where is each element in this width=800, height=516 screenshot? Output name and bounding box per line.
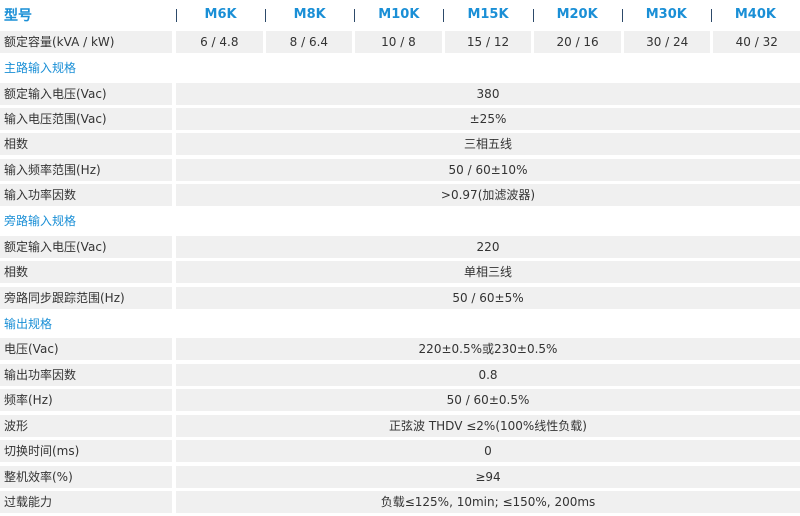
table-row: 旁路同步跟踪范围(Hz) 50 / 60±5% [0, 287, 800, 309]
row-value: 380 [176, 83, 800, 105]
row-value: 负载≤125%, 10min; ≤150%, 200ms [176, 491, 800, 513]
model-m6k: M6K [176, 0, 265, 30]
capacity-cell: 20 / 16 [534, 31, 621, 53]
row-label: 整机效率(%) [4, 470, 73, 484]
table-row: 波形 正弦波 THDV ≤2%(100%线性负载) [0, 415, 800, 437]
row-label: 过载能力 [4, 495, 53, 509]
spec-table: 型号 M6K M8K M10K M15K M20K M30K M40K 额定容量… [0, 0, 800, 516]
row-value: 220±0.5%或230±0.5% [176, 338, 800, 360]
table-row: 频率(Hz) 50 / 60±0.5% [0, 389, 800, 411]
row-label: 额定容量(kVA / kW) [4, 35, 115, 49]
table-row: 额定输入电压(Vac) 220 [0, 236, 800, 258]
capacity-cell: 15 / 12 [444, 31, 532, 53]
row-value: 220 [176, 236, 800, 258]
capacity-cell: 30 / 24 [623, 31, 711, 53]
table-row: 额定输入电压(Vac) 380 [0, 83, 800, 105]
model-m30k: M30K [621, 0, 711, 30]
model-m15k: M15K [443, 0, 532, 30]
row-value: >0.97(加滤波器) [176, 184, 800, 206]
row-value: 0.8 [176, 364, 800, 386]
row-label: 波形 [4, 419, 29, 433]
row-value: ±25% [176, 108, 800, 130]
row-label: 切换时间(ms) [4, 444, 80, 458]
table-row: 输入频率范围(Hz) 50 / 60±10% [0, 159, 800, 181]
row-value: 0 [176, 440, 800, 462]
row-value: 正弦波 THDV ≤2%(100%线性负载) [176, 415, 800, 437]
model-m20k: M20K [532, 0, 622, 30]
capacity-cell: 10 / 8 [355, 31, 442, 53]
table-row: 输入功率因数 >0.97(加滤波器) [0, 184, 800, 206]
row-value: 50 / 60±5% [176, 287, 800, 309]
table-row-capacity: 额定容量(kVA / kW) 6 / 4.8 8 / 6.4 10 / 8 15… [0, 31, 800, 53]
row-label: 输入功率因数 [4, 188, 77, 202]
model-m8k: M8K [265, 0, 354, 30]
row-label: 输入电压范围(Vac) [4, 112, 107, 126]
row-label: 额定输入电压(Vac) [4, 87, 107, 101]
row-label: 输入频率范围(Hz) [4, 163, 101, 177]
model-m10k: M10K [354, 0, 443, 30]
table-row: 电压(Vac) 220±0.5%或230±0.5% [0, 338, 800, 360]
row-value: 50 / 60±0.5% [176, 389, 800, 411]
capacity-cell: 40 / 32 [713, 31, 800, 53]
table-row: 相数 单相三线 [0, 261, 800, 283]
row-label: 相数 [4, 137, 29, 151]
table-row: 输入电压范围(Vac) ±25% [0, 108, 800, 130]
table-row: 切换时间(ms) 0 [0, 440, 800, 462]
row-label: 输出功率因数 [4, 368, 77, 382]
model-header-label: 型号 [4, 8, 32, 24]
section-title-bypass-input: 旁路输入规格 [4, 214, 77, 228]
row-value: 单相三线 [176, 261, 800, 283]
section-title-main-input: 主路输入规格 [4, 61, 77, 75]
row-label: 电压(Vac) [4, 342, 59, 356]
model-columns: M6K M8K M10K M15K M20K M30K M40K [176, 0, 800, 30]
row-label: 相数 [4, 265, 29, 279]
capacity-cell: 6 / 4.8 [176, 31, 263, 53]
section-title-output: 输出规格 [4, 317, 53, 331]
capacity-cell: 8 / 6.4 [265, 31, 353, 53]
table-row: 整机效率(%) ≥94 [0, 466, 800, 488]
row-label: 旁路同步跟踪范围(Hz) [4, 291, 125, 305]
row-label: 频率(Hz) [4, 393, 53, 407]
model-m40k: M40K [710, 0, 800, 30]
row-value: 50 / 60±10% [176, 159, 800, 181]
table-row: 相数 三相五线 [0, 133, 800, 155]
row-value: ≥94 [176, 466, 800, 488]
table-row: 过载能力 负载≤125%, 10min; ≤150%, 200ms [0, 491, 800, 513]
table-row: 输出功率因数 0.8 [0, 364, 800, 386]
row-label: 额定输入电压(Vac) [4, 240, 107, 254]
table-header: 型号 M6K M8K M10K M15K M20K M30K M40K [0, 0, 800, 30]
row-value: 三相五线 [176, 133, 800, 155]
